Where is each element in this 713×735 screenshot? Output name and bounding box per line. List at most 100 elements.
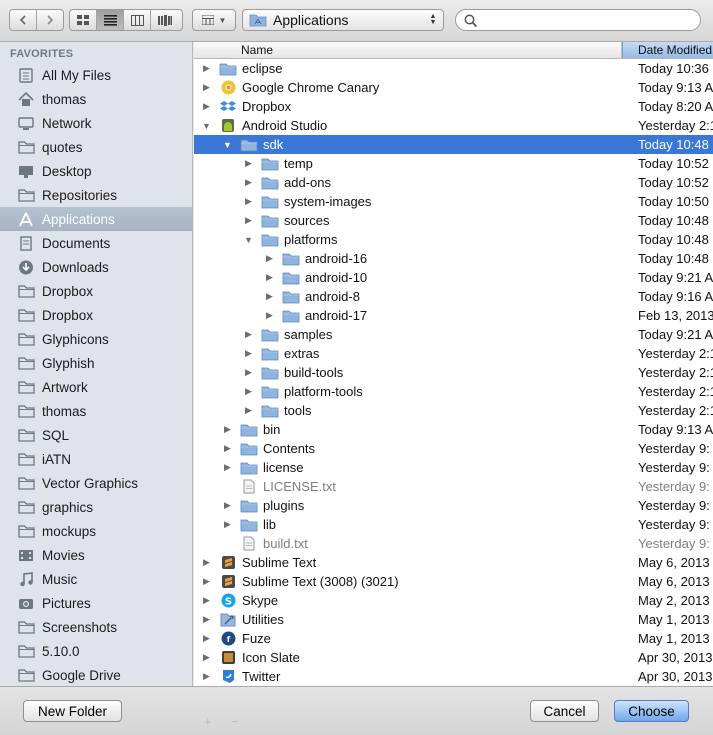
list-row[interactable]: ▶ Sublime Text May 6, 2013 xyxy=(194,553,713,572)
sidebar-item[interactable]: thomas xyxy=(0,87,192,111)
disclosure-closed-icon[interactable]: ▶ xyxy=(222,500,233,511)
list-row[interactable]: ▶ build-tools Yesterday 2:1 xyxy=(194,363,713,382)
list-row[interactable]: ▶ android-8 Today 9:16 A xyxy=(194,287,713,306)
list-row[interactable]: ▶ sources Today 10:48 xyxy=(194,211,713,230)
sidebar-item[interactable]: graphics xyxy=(0,495,192,519)
disclosure-closed-icon[interactable]: ▶ xyxy=(201,82,212,93)
disclosure-closed-icon[interactable]: ▶ xyxy=(243,386,254,397)
list-row[interactable]: ▶ Google Chrome Canary Today 9:13 A xyxy=(194,78,713,97)
sidebar-item[interactable]: All My Files xyxy=(0,63,192,87)
disclosure-closed-icon[interactable]: ▶ xyxy=(201,595,212,606)
list-row[interactable]: ▶ extras Yesterday 2:1 xyxy=(194,344,713,363)
disclosure-closed-icon[interactable]: ▶ xyxy=(201,633,212,644)
disclosure-closed-icon[interactable]: ▶ xyxy=(243,158,254,169)
sidebar-item[interactable]: Downloads xyxy=(0,255,192,279)
list-row[interactable]: ▶ android-16 Today 10:48 xyxy=(194,249,713,268)
list-row[interactable]: ▶ bin Today 9:13 A xyxy=(194,420,713,439)
list-row[interactable]: LICENSE.txt Yesterday 9: xyxy=(194,477,713,496)
disclosure-closed-icon[interactable]: ▶ xyxy=(264,291,275,302)
disclosure-closed-icon[interactable]: ▶ xyxy=(222,519,233,530)
list-row[interactable]: ▶ android-10 Today 9:21 A xyxy=(194,268,713,287)
search-input[interactable] xyxy=(481,12,700,28)
column-header-date[interactable]: Date Modified xyxy=(622,42,713,58)
sidebar-item[interactable]: Vector Graphics xyxy=(0,471,192,495)
list-row[interactable]: ▼ sdk Today 10:48 xyxy=(194,135,713,154)
arrange-button[interactable]: ▼ xyxy=(193,10,235,30)
sidebar-item[interactable]: Pictures xyxy=(0,591,192,615)
sidebar-item[interactable]: Google Drive xyxy=(0,663,192,686)
list-row[interactable]: ▶ add-ons Today 10:52 xyxy=(194,173,713,192)
new-folder-button[interactable]: New Folder xyxy=(23,700,122,722)
list-row[interactable]: ▶ f Fuze May 1, 2013 xyxy=(194,629,713,648)
sidebar-item[interactable]: Applications xyxy=(0,207,192,231)
disclosure-closed-icon[interactable]: ▶ xyxy=(201,557,212,568)
disclosure-closed-icon[interactable]: ▶ xyxy=(243,405,254,416)
disclosure-closed-icon[interactable]: ▶ xyxy=(243,196,254,207)
sidebar-item[interactable]: Artwork xyxy=(0,375,192,399)
icon-view-button[interactable] xyxy=(70,10,97,30)
list-row[interactable]: ▼ Android Studio Yesterday 2:1 xyxy=(194,116,713,135)
search-field[interactable] xyxy=(455,9,701,31)
list-row[interactable]: ▶ Sublime Text (3008) (3021) May 6, 2013 xyxy=(194,572,713,591)
sidebar-item[interactable]: Glyphish xyxy=(0,351,192,375)
disclosure-open-icon[interactable]: ▼ xyxy=(222,139,233,150)
sidebar-item[interactable]: Repositories xyxy=(0,183,192,207)
disclosure-closed-icon[interactable]: ▶ xyxy=(201,101,212,112)
sidebar-item[interactable]: 5.10.0 xyxy=(0,639,192,663)
disclosure-open-icon[interactable]: ▼ xyxy=(201,120,212,131)
sidebar-item[interactable]: thomas xyxy=(0,399,192,423)
sidebar-item[interactable]: iATN xyxy=(0,447,192,471)
sidebar-item[interactable]: mockups xyxy=(0,519,192,543)
disclosure-closed-icon[interactable]: ▶ xyxy=(243,177,254,188)
disclosure-closed-icon[interactable]: ▶ xyxy=(243,215,254,226)
list-row[interactable]: build.txt Yesterday 9: xyxy=(194,534,713,553)
disclosure-closed-icon[interactable]: ▶ xyxy=(201,63,212,74)
list-row[interactable]: ▶ plugins Yesterday 9: xyxy=(194,496,713,515)
list-row[interactable]: ▶ license Yesterday 9: xyxy=(194,458,713,477)
list-row[interactable]: ▶ system-images Today 10:50 xyxy=(194,192,713,211)
list-row[interactable]: ▶ Twitter Apr 30, 2013 xyxy=(194,667,713,686)
list-row[interactable]: ▶ lib Yesterday 9: xyxy=(194,515,713,534)
coverflow-view-button[interactable] xyxy=(151,10,178,30)
list-row[interactable]: ▶ temp Today 10:52 xyxy=(194,154,713,173)
list-row[interactable]: ▶ Utilities May 1, 2013 xyxy=(194,610,713,629)
column-header-name[interactable]: Name xyxy=(194,42,622,58)
list-row[interactable]: ▶ platform-tools Yesterday 2:1 xyxy=(194,382,713,401)
location-popup[interactable]: Applications ▲ ▼ xyxy=(242,9,444,31)
disclosure-closed-icon[interactable]: ▶ xyxy=(243,329,254,340)
sidebar-item[interactable]: Music xyxy=(0,567,192,591)
forward-button[interactable] xyxy=(37,10,63,30)
disclosure-closed-icon[interactable]: ▶ xyxy=(222,462,233,473)
sidebar-item[interactable]: Dropbox xyxy=(0,303,192,327)
list-row[interactable]: ▶ samples Today 9:21 A xyxy=(194,325,713,344)
choose-button[interactable]: Choose xyxy=(614,700,689,722)
sidebar-item[interactable]: Glyphicons xyxy=(0,327,192,351)
disclosure-open-icon[interactable]: ▼ xyxy=(243,234,254,245)
disclosure-closed-icon[interactable]: ▶ xyxy=(264,253,275,264)
cancel-button[interactable]: Cancel xyxy=(530,700,599,722)
disclosure-closed-icon[interactable]: ▶ xyxy=(243,367,254,378)
disclosure-closed-icon[interactable]: ▶ xyxy=(201,614,212,625)
list-row[interactable]: ▶ eclipse Today 10:36 xyxy=(194,59,713,78)
disclosure-closed-icon[interactable]: ▶ xyxy=(201,652,212,663)
list-row[interactable]: ▶ tools Yesterday 2:1 xyxy=(194,401,713,420)
list-view-button[interactable] xyxy=(97,10,124,30)
disclosure-closed-icon[interactable]: ▶ xyxy=(264,272,275,283)
list-row[interactable]: ▶ android-17 Feb 13, 2013 xyxy=(194,306,713,325)
disclosure-closed-icon[interactable]: ▶ xyxy=(201,576,212,587)
list-row[interactable]: ▶ S Skype May 2, 2013 xyxy=(194,591,713,610)
disclosure-closed-icon[interactable]: ▶ xyxy=(222,443,233,454)
sidebar-item[interactable]: Dropbox xyxy=(0,279,192,303)
disclosure-closed-icon[interactable]: ▶ xyxy=(264,310,275,321)
disclosure-closed-icon[interactable]: ▶ xyxy=(243,348,254,359)
sidebar-item[interactable]: Documents xyxy=(0,231,192,255)
sidebar-item[interactable]: quotes xyxy=(0,135,192,159)
column-view-button[interactable] xyxy=(124,10,151,30)
sidebar-item[interactable]: Screenshots xyxy=(0,615,192,639)
list-row[interactable]: ▼ platforms Today 10:48 xyxy=(194,230,713,249)
sidebar-item[interactable]: SQL xyxy=(0,423,192,447)
disclosure-closed-icon[interactable]: ▶ xyxy=(222,424,233,435)
sidebar-item[interactable]: Network xyxy=(0,111,192,135)
back-button[interactable] xyxy=(10,10,37,30)
list-row[interactable]: ▶ Contents Yesterday 9: xyxy=(194,439,713,458)
